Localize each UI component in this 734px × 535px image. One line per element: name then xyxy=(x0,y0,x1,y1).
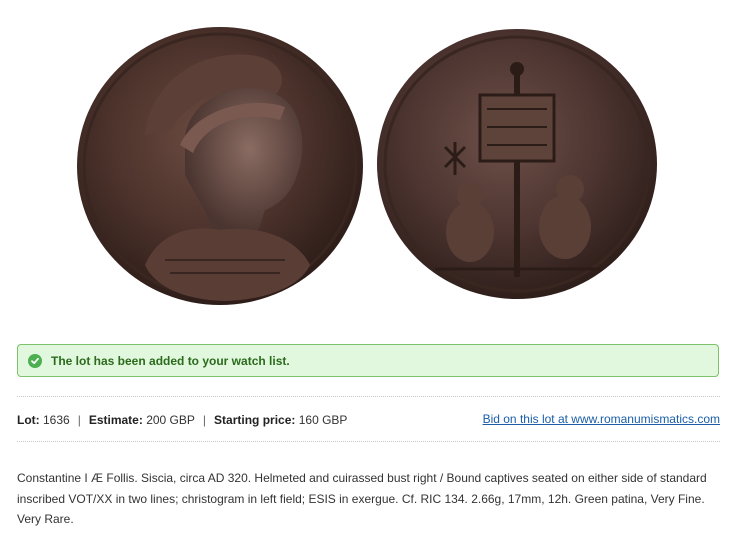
lot-value: 1636 xyxy=(43,413,70,427)
notice-message: The lot has been added to your watch lis… xyxy=(51,353,290,368)
estimate-label: Estimate: xyxy=(88,413,143,427)
starting-price-label: Starting price: xyxy=(214,413,296,427)
coin-obverse-image[interactable] xyxy=(75,25,365,307)
check-circle-icon xyxy=(28,353,42,368)
estimate-value: 200 GBP xyxy=(146,413,195,427)
separator: | xyxy=(202,413,207,427)
coin-images xyxy=(0,0,734,330)
starting-price-value: 160 GBP xyxy=(298,413,348,427)
lot-info-bar: Lot: 1636 | Estimate: 200 GBP | Starting… xyxy=(17,411,720,429)
divider-bottom xyxy=(17,441,720,442)
lot-label: Lot: xyxy=(17,413,40,427)
separator: | xyxy=(77,413,81,427)
lot-description: Constantine I Æ Follis. Siscia, circa AD… xyxy=(17,471,707,526)
coin-reverse-image[interactable] xyxy=(375,27,660,302)
divider-top xyxy=(17,396,720,397)
watchlist-notice: The lot has been added to your watch lis… xyxy=(17,344,719,377)
bid-link[interactable]: Bid on this lot at www.romanumismatics.c… xyxy=(483,412,720,426)
